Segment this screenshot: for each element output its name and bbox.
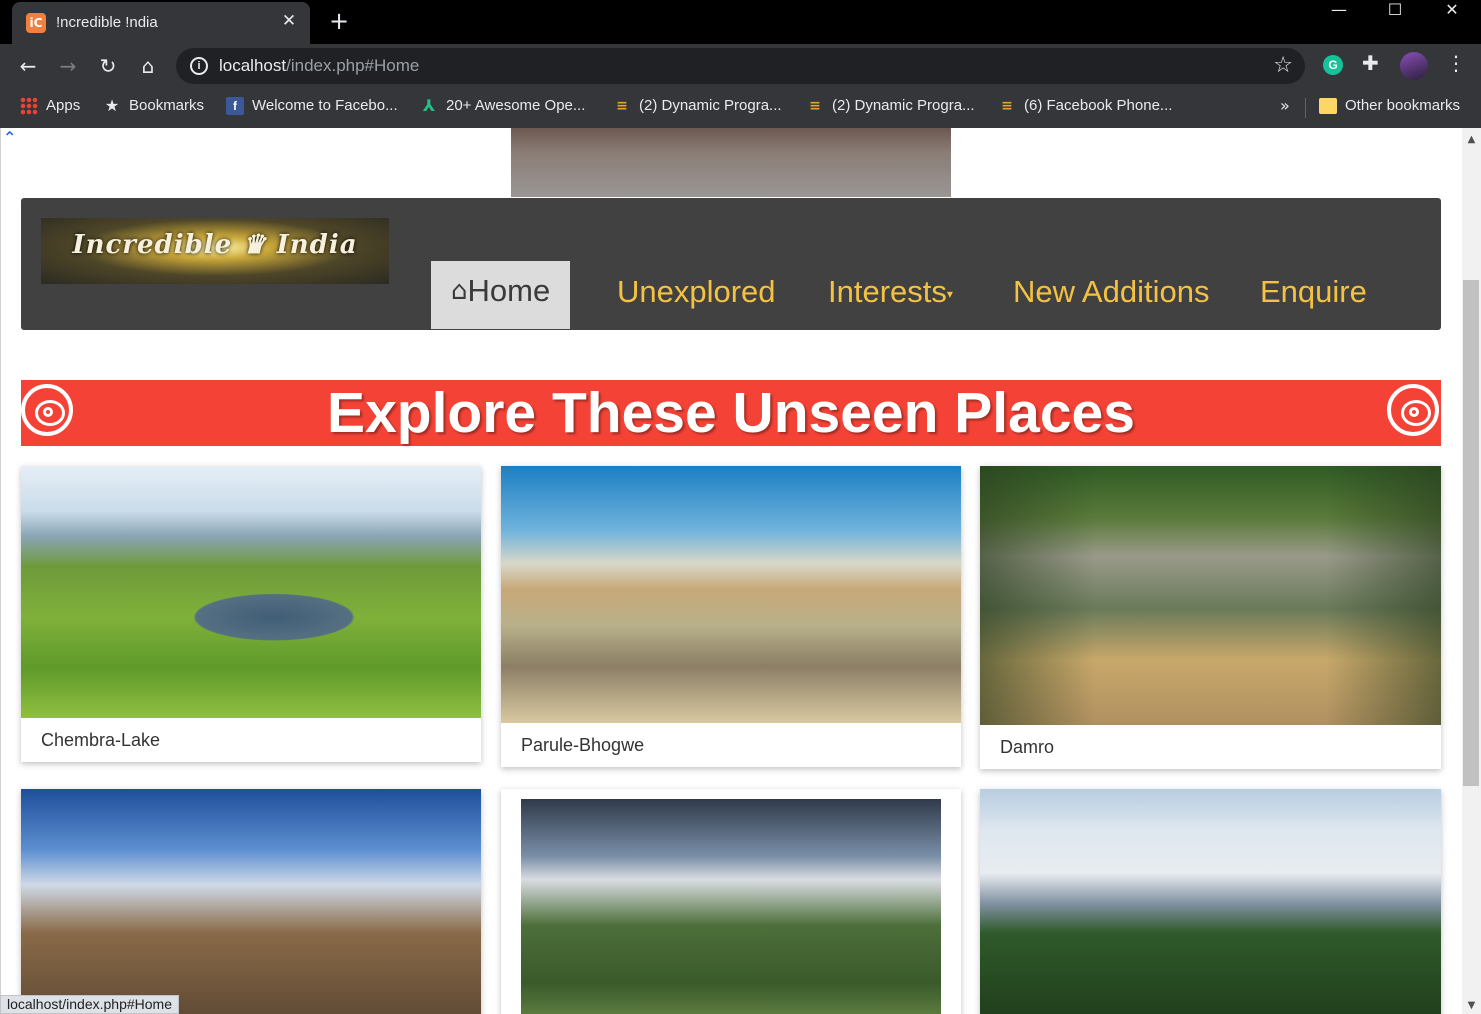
- pupil: [43, 407, 53, 417]
- profile-avatar[interactable]: [1400, 52, 1428, 80]
- grammarly-extension-icon[interactable]: G: [1323, 55, 1343, 75]
- explore-banner: Explore These Unseen Places: [21, 380, 1441, 446]
- facebook-icon: f: [226, 97, 244, 115]
- stackoverflow-icon: ≡: [616, 98, 628, 114]
- more-bookmarks-chevron-icon[interactable]: »: [1280, 96, 1290, 115]
- page-scrollbar[interactable]: ▲ ▼: [1462, 128, 1481, 1014]
- nav-new-additions[interactable]: New Additions: [1009, 262, 1213, 330]
- site-info-icon[interactable]: i: [190, 57, 208, 75]
- place-name: Chembra-Lake: [41, 730, 161, 750]
- place-card-damro[interactable]: Damro: [980, 466, 1441, 769]
- close-window-button[interactable]: ✕: [1424, 0, 1480, 28]
- url-host: localhost: [219, 56, 287, 75]
- new-tab-button[interactable]: +: [326, 8, 352, 34]
- bookmark-facebook-phone[interactable]: ≡ (6) Facebook Phone...: [998, 97, 1172, 119]
- nav-home-label: Home: [467, 273, 551, 308]
- bookmark-label: (6) Facebook Phone...: [1024, 97, 1173, 114]
- tab-close-icon[interactable]: ✕: [278, 10, 300, 32]
- tab-title: !ncredible !ndia: [56, 14, 158, 31]
- bookmark-facebook[interactable]: f Welcome to Facebo...: [226, 97, 398, 119]
- stackoverflow-icon: ≡: [809, 98, 821, 114]
- minimize-button[interactable]: —: [1311, 0, 1367, 28]
- place-image: [501, 466, 961, 723]
- place-image: [980, 789, 1441, 1014]
- extensions-puzzle-icon[interactable]: ✚: [1362, 51, 1379, 75]
- place-image: [980, 466, 1441, 725]
- place-card-parule-bhogwe[interactable]: Parule-Bhogwe: [501, 466, 961, 767]
- page-viewport: ⌃ Incredible ♛ India ⌂Home Unexplored In…: [0, 128, 1462, 1014]
- bookmark-dynamic-2[interactable]: ≡ (2) Dynamic Progra...: [806, 97, 975, 119]
- address-bar[interactable]: i localhost/index.php#Home ☆: [176, 48, 1305, 84]
- site-navbar: Incredible ♛ India ⌂Home Unexplored Inte…: [21, 198, 1441, 330]
- bookmark-awesome[interactable]: ⅄ 20+ Awesome Ope...: [420, 96, 586, 119]
- reload-button[interactable]: ↻: [93, 51, 123, 81]
- place-image: [21, 789, 481, 1014]
- place-name: Parule-Bhogwe: [521, 735, 645, 755]
- forward-button[interactable]: →: [53, 51, 83, 81]
- a-logo-icon: ⅄: [422, 96, 436, 115]
- bookmark-label: (2) Dynamic Progra...: [832, 97, 975, 114]
- bookmark-label: (2) Dynamic Progra...: [639, 97, 782, 114]
- home-icon: ⌂: [451, 276, 468, 306]
- bookmark-apps[interactable]: Apps: [20, 97, 80, 119]
- maximize-button[interactable]: ☐: [1367, 0, 1423, 28]
- stackoverflow-icon: ≡: [1001, 98, 1013, 114]
- folder-icon: [1319, 98, 1337, 114]
- place-name: Damro: [1000, 737, 1055, 757]
- bookmark-label: Welcome to Facebo...: [252, 97, 398, 114]
- bookmark-label: Apps: [46, 97, 81, 114]
- bookmark-label: Bookmarks: [129, 97, 205, 114]
- bookmark-bookmarks[interactable]: ★ Bookmarks: [103, 97, 204, 119]
- browser-tab[interactable]: iC !ncredible !ndia ✕: [12, 2, 310, 44]
- scroll-down-icon[interactable]: ▼: [1462, 1000, 1481, 1011]
- place-card-temple[interactable]: [21, 789, 481, 1014]
- link-status-bar: localhost/index.php#Home: [0, 995, 179, 1014]
- banner-right-eye-icon[interactable]: [1387, 384, 1439, 436]
- nav-enquire[interactable]: Enquire: [1256, 262, 1371, 330]
- bookmark-star-icon[interactable]: ☆: [1273, 53, 1293, 78]
- scroll-to-top-icon[interactable]: ⌃: [3, 128, 16, 147]
- back-button[interactable]: ←: [13, 51, 43, 81]
- bookmark-label: 20+ Awesome Ope...: [446, 97, 586, 114]
- place-card-valley[interactable]: [501, 789, 961, 1014]
- bookmark-label: Other bookmarks: [1345, 97, 1461, 114]
- browser-menu-icon[interactable]: ⋮: [1446, 51, 1466, 75]
- nav-interests-label: Interests: [828, 274, 947, 309]
- tab-favicon-icon: iC: [26, 13, 46, 33]
- browser-toolbar: ← → ↻ ⌂ i localhost/index.php#Home ☆ G ✚…: [0, 44, 1481, 88]
- pupil: [1409, 407, 1419, 417]
- caret-down-icon: ▾: [946, 286, 953, 301]
- place-image: [21, 466, 481, 718]
- place-image: [521, 799, 941, 1014]
- site-logo[interactable]: Incredible ♛ India: [41, 218, 389, 284]
- scroll-thumb[interactable]: [1463, 280, 1479, 786]
- url-text[interactable]: localhost/index.php#Home: [219, 56, 419, 76]
- logo-text: Incredible ♛ India: [72, 230, 358, 260]
- nav-interests[interactable]: Interests▾: [824, 262, 957, 330]
- hero-image: [511, 128, 951, 197]
- browser-titlebar: iC !ncredible !ndia ✕ + — ☐ ✕: [0, 0, 1481, 44]
- url-path: /index.php#Home: [286, 56, 420, 75]
- place-card-himalaya[interactable]: [980, 789, 1441, 1014]
- nav-home[interactable]: ⌂Home: [431, 261, 571, 329]
- banner-title: Explore These Unseen Places: [327, 381, 1135, 445]
- bookmark-dynamic-1[interactable]: ≡ (2) Dynamic Progra...: [613, 97, 782, 119]
- star-icon: ★: [104, 96, 120, 115]
- home-button[interactable]: ⌂: [133, 51, 163, 81]
- scroll-up-icon[interactable]: ▲: [1462, 134, 1481, 145]
- bookmarks-bar: Apps ★ Bookmarks f Welcome to Facebo... ⅄ 2…: [0, 88, 1481, 128]
- nav-unexplored[interactable]: Unexplored: [613, 262, 780, 330]
- other-bookmarks-folder[interactable]: Other bookmarks: [1319, 97, 1460, 119]
- bookmarks-divider: [1305, 98, 1306, 118]
- apps-grid-icon: [20, 97, 38, 115]
- place-card-chembra-lake[interactable]: Chembra-Lake: [21, 466, 481, 762]
